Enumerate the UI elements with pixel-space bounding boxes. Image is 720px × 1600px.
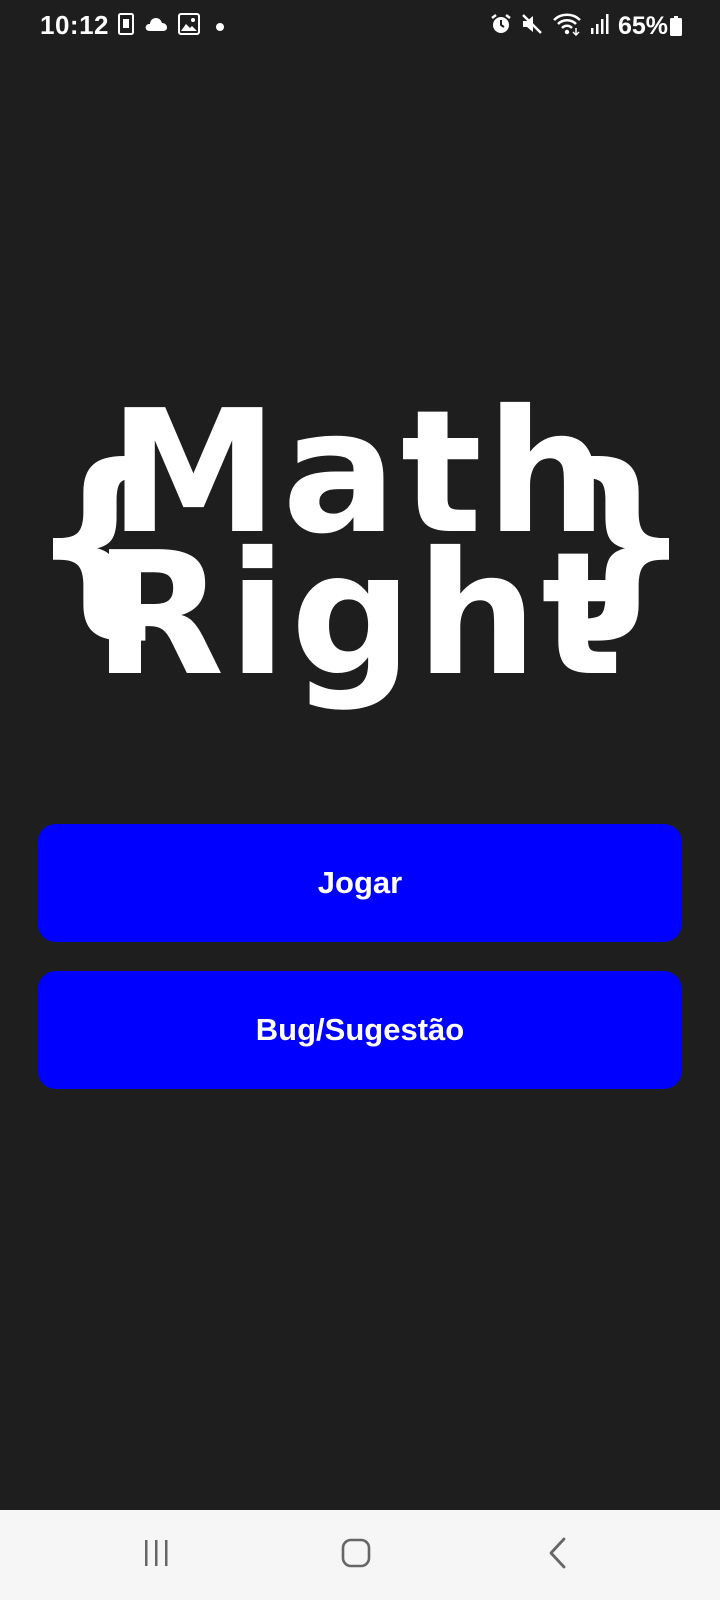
image-icon xyxy=(178,13,200,39)
play-button-label: Jogar xyxy=(317,865,403,900)
signal-icon xyxy=(590,13,610,39)
status-bar: 10:12 65% xyxy=(0,0,720,52)
home-button[interactable] xyxy=(326,1530,386,1580)
app-screen: 10:12 65% {Math Right} Jogar Bug/Suges… xyxy=(0,0,720,1600)
status-right-icons: 65% xyxy=(490,12,668,40)
notification-dot-icon xyxy=(210,17,230,36)
alarm-icon xyxy=(490,13,512,39)
back-button[interactable] xyxy=(528,1530,588,1580)
app-logo: { Math Right } xyxy=(0,388,720,738)
bug-suggestion-button[interactable]: Bug/Sugestão xyxy=(38,971,682,1089)
back-icon xyxy=(547,1537,569,1573)
mute-icon xyxy=(520,13,544,39)
bug-suggestion-button-label: Bug/Sugestão xyxy=(255,1012,465,1047)
cloud-icon xyxy=(144,15,168,37)
home-icon xyxy=(341,1538,371,1572)
recents-icon xyxy=(141,1539,171,1571)
system-nav-bar xyxy=(0,1510,720,1600)
wifi-icon xyxy=(552,12,582,40)
status-left-icons xyxy=(118,13,230,39)
logo-close-brace: } xyxy=(551,423,694,656)
status-time: 10:12 xyxy=(40,10,109,40)
sim-card-icon xyxy=(118,13,134,39)
battery-icon xyxy=(670,16,682,36)
recents-button[interactable] xyxy=(126,1530,186,1580)
battery-percent: 65% xyxy=(617,11,668,40)
play-button[interactable]: Jogar xyxy=(38,824,682,942)
